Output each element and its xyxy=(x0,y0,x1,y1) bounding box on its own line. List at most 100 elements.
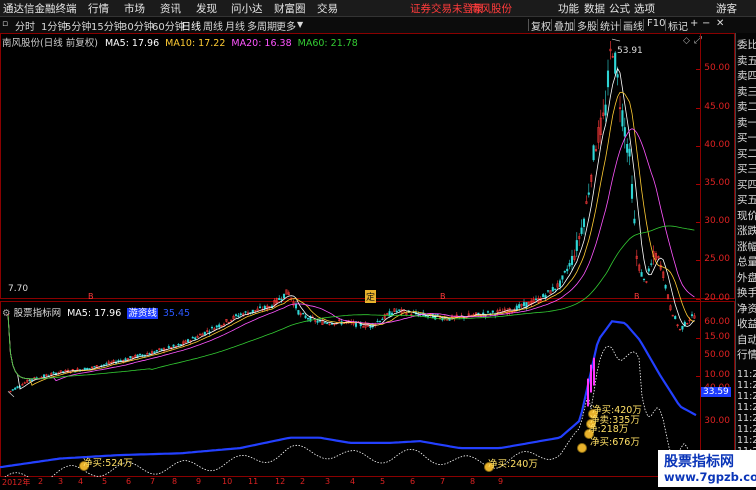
candle-body xyxy=(304,315,307,319)
candle-body xyxy=(491,310,494,313)
event-marker-ding[interactable]: 定 xyxy=(365,290,377,303)
candle-body xyxy=(647,268,650,272)
menu-faxian[interactable]: 发现 xyxy=(196,1,217,16)
annotation-netbuy: 净买:676万 xyxy=(590,437,640,448)
side-label: 涨跌 xyxy=(737,225,756,237)
side-label: 现价 xyxy=(737,209,756,222)
period-toolbar: ▫ 分时 1分钟 5分钟 15分钟 30分钟 60分钟 日线 周线 月线 多周期… xyxy=(0,17,756,34)
tick-time: 11:29 xyxy=(737,369,756,380)
side-label: 买五 xyxy=(737,194,756,206)
candle-body xyxy=(664,284,667,289)
high-price-label: 53.91 xyxy=(617,46,643,56)
btn-f10[interactable]: F10 xyxy=(647,18,665,29)
candle-body xyxy=(566,268,569,272)
indicator-gear-icon[interactable]: ⚙ xyxy=(2,308,11,319)
price-tick-label: 50.00 xyxy=(704,63,730,73)
candle-body xyxy=(436,314,439,316)
side-label: 卖三 xyxy=(737,85,756,98)
candle-body xyxy=(129,355,132,359)
menu-gongneng[interactable]: 功能 xyxy=(558,1,579,16)
time-axis-label: 7 xyxy=(150,477,156,486)
menu-xuanxiang[interactable]: 选项 xyxy=(634,1,655,16)
period-multi[interactable]: 多周期 xyxy=(247,18,277,33)
btn-diejia[interactable]: 叠加 xyxy=(554,18,574,33)
menu-caifuquan[interactable]: 财富圈 xyxy=(274,1,306,16)
btn-fuquan[interactable]: 复权 xyxy=(531,18,551,33)
candle-body xyxy=(203,331,206,335)
price-tick-label: 10.00 xyxy=(704,370,730,380)
menu-wenxiaoda[interactable]: 问小达 xyxy=(231,1,263,16)
menu-zixun[interactable]: 资讯 xyxy=(160,1,181,16)
candle-body xyxy=(318,320,322,322)
indicator-title: 股票指标网 xyxy=(13,308,62,319)
event-marker-b[interactable]: B xyxy=(440,292,446,301)
candle-body xyxy=(650,263,653,265)
candle-body xyxy=(323,322,326,324)
toolbar-collapse-icon[interactable]: ▫ xyxy=(2,19,8,29)
menu-shichang[interactable]: 市场 xyxy=(124,1,145,16)
period-more[interactable]: 更多 xyxy=(276,18,296,33)
time-axis-label: 3 xyxy=(58,477,64,486)
candle-body xyxy=(278,298,281,300)
menu-hangqing[interactable]: 行情 xyxy=(88,1,109,16)
menu-shuju[interactable]: 数据 xyxy=(584,1,605,16)
time-axis-label: 11 xyxy=(248,477,259,486)
more-chevron-icon[interactable]: ▼ xyxy=(297,20,303,29)
candle-body xyxy=(138,353,142,356)
candle-body xyxy=(568,263,571,267)
btn-huaxian[interactable]: 画线 xyxy=(623,18,643,33)
tick-time: 11:29 xyxy=(737,413,756,424)
candle-body xyxy=(251,309,254,313)
period-1min[interactable]: 1分钟 xyxy=(41,18,67,33)
candle-body xyxy=(398,309,401,311)
side-label: 换手 xyxy=(737,287,756,299)
candle-body xyxy=(587,192,590,195)
indicator-tick-label: 30.00 xyxy=(704,416,730,426)
candle-body xyxy=(546,290,550,292)
ma10-line xyxy=(7,91,695,386)
candle-body xyxy=(14,387,17,390)
event-marker-b[interactable]: B xyxy=(88,292,94,301)
side-label: 卖一 xyxy=(737,116,756,129)
candle-body xyxy=(575,240,578,251)
price-tick-label: 30.00 xyxy=(704,216,730,226)
candle-body xyxy=(633,218,636,224)
btn-minus-icon[interactable]: − xyxy=(702,18,710,29)
candle-body xyxy=(16,386,19,389)
candle-body xyxy=(239,313,242,316)
period-60min[interactable]: 60分钟 xyxy=(152,18,185,33)
menu-gongshi[interactable]: 公式 xyxy=(609,1,630,16)
event-marker-b[interactable]: B xyxy=(634,292,640,301)
candle-body xyxy=(167,346,170,348)
btn-plus-icon[interactable]: + xyxy=(690,18,698,29)
candle-body xyxy=(179,344,182,346)
side-label: 卖四 xyxy=(737,70,756,82)
tick-time: 11:29 xyxy=(737,424,756,435)
period-30min[interactable]: 30分钟 xyxy=(121,18,154,33)
period-fenshi[interactable]: 分时 xyxy=(15,18,35,33)
ma20-line xyxy=(7,128,695,382)
btn-close-icon[interactable]: ✕ xyxy=(716,18,724,29)
watermark-url: www.7gpzb.com xyxy=(664,470,756,484)
candle-body xyxy=(628,148,631,157)
candle-body xyxy=(623,127,626,137)
candle-body xyxy=(534,298,538,300)
candle-body xyxy=(102,364,106,366)
period-15min[interactable]: 15分钟 xyxy=(91,18,124,33)
candle-body xyxy=(282,293,286,299)
candle-body xyxy=(570,255,574,265)
period-5min[interactable]: 5分钟 xyxy=(65,18,91,33)
time-axis-label: 6 xyxy=(126,477,132,486)
period-weekly[interactable]: 周线 xyxy=(203,18,223,33)
guest-label[interactable]: 游客 xyxy=(716,1,737,16)
btn-biaoji[interactable]: 标记 xyxy=(668,18,688,33)
annotation-netbuy: 净买:524万 xyxy=(83,458,133,469)
period-daily[interactable]: 日线 xyxy=(181,18,201,33)
menu-jiaoyi[interactable]: 交易 xyxy=(317,1,338,16)
btn-duogu[interactable]: 多股 xyxy=(577,18,597,33)
time-axis-label: 10 xyxy=(222,477,233,486)
side-label: 收益 xyxy=(737,318,756,330)
btn-tongji[interactable]: 统计 xyxy=(600,18,620,33)
period-monthly[interactable]: 月线 xyxy=(225,18,245,33)
candle-body xyxy=(117,360,120,362)
